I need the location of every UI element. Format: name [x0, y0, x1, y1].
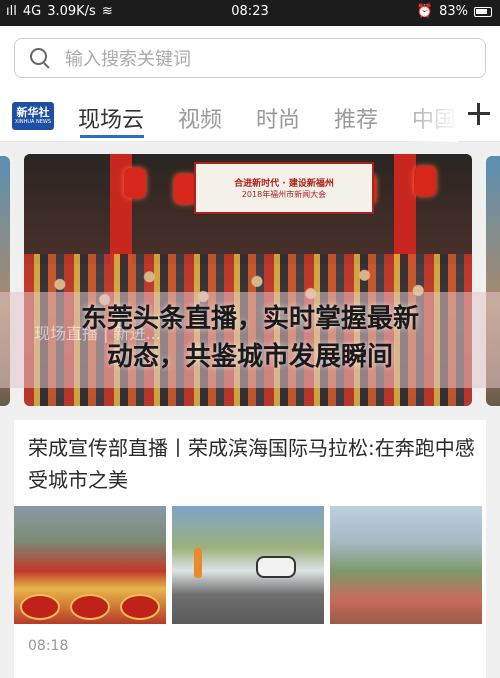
news-title[interactable]: 荣成宣传部直播丨荣成滨海国际马拉松:在奔跑中感受城市之美: [28, 432, 476, 496]
news-timestamp: 08:18: [28, 638, 69, 654]
stage-banner: 合进新时代 · 建设新福州 2018年福州市新闻大会: [194, 162, 374, 214]
lantern-icon: [124, 168, 146, 198]
alarm-icon: ⏰: [416, 4, 434, 19]
search-input[interactable]: 输入搜索关键词: [14, 38, 486, 78]
tab-fade: [400, 92, 458, 142]
drum-icon: [70, 594, 110, 620]
tab-recommend[interactable]: 推荐: [334, 102, 378, 134]
carousel[interactable]: 合进新时代 · 建设新福州 2018年福州市新闻大会 现场直播 | 新进... …: [0, 142, 500, 410]
battery-percent: 83%: [439, 4, 468, 19]
active-tab-indicator: [80, 135, 144, 138]
news-thumbnail[interactable]: [14, 506, 166, 624]
motorcycle-figure: [256, 556, 296, 578]
news-card[interactable]: 荣成宣传部直播丨荣成滨海国际马拉松:在奔跑中感受城市之美 08:18: [14, 420, 486, 678]
search-icon: [29, 47, 51, 69]
xinhua-logo[interactable]: 新华社 XINHUA NEWS: [12, 102, 54, 130]
lantern-icon: [414, 166, 436, 196]
add-channel-icon[interactable]: [466, 101, 492, 127]
battery-icon: [474, 6, 492, 17]
clock: 08:23: [231, 4, 269, 19]
news-thumbnail[interactable]: [330, 506, 482, 624]
news-thumbnail[interactable]: [172, 506, 324, 624]
lantern-icon: [174, 174, 196, 204]
stage-pillar: [394, 154, 416, 264]
tab-xianchangyun[interactable]: 现场云: [78, 102, 144, 134]
tab-video[interactable]: 视频: [178, 102, 222, 134]
tab-fashion[interactable]: 时尚: [256, 102, 300, 134]
search-placeholder: 输入搜索关键词: [65, 49, 191, 70]
runner-figure: [194, 548, 202, 578]
carousel-headline[interactable]: 东莞头条直播，实时掌握最新 动态，共鉴城市发展瞬间: [0, 300, 500, 376]
drum-icon: [20, 594, 60, 620]
search-area: 输入搜索关键词: [0, 26, 500, 92]
drum-icon: [120, 594, 160, 620]
status-bar: ıll 4G 3.09K/s ≋ 08:23 ⏰ 83%: [0, 0, 500, 26]
channel-tabs: 新华社 XINHUA NEWS 现场云 视频 时尚 推荐 中国: [0, 92, 500, 142]
